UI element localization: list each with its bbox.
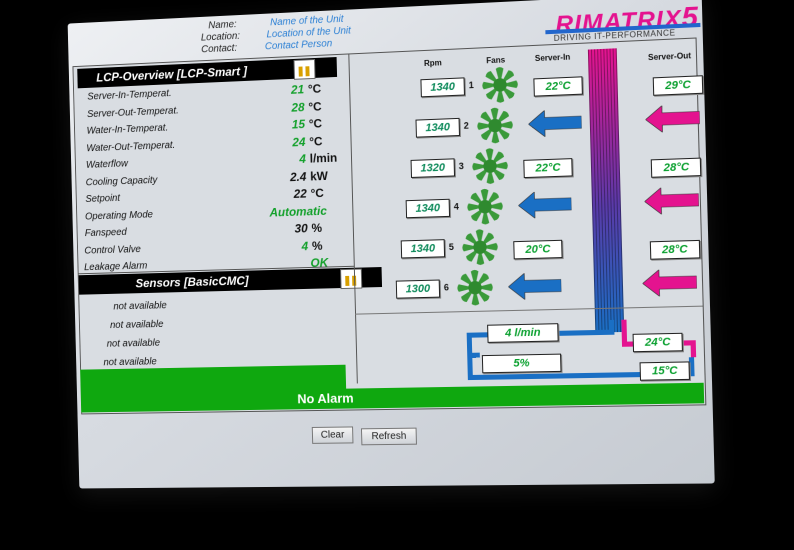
fans-column-header: Fans <box>486 55 505 65</box>
fan-index: 1 <box>469 80 474 90</box>
overview-row-label: Fanspeed <box>85 227 127 239</box>
overview-row-label: Setpoint <box>85 193 120 205</box>
fan-icon <box>470 146 509 186</box>
server-out-column-header: Server-Out <box>648 51 691 62</box>
overview-row-label: Control Valve <box>84 244 141 256</box>
overview-row-label: Water-Out-Temperat. <box>86 140 175 154</box>
overview-row-value: Automatic <box>269 203 327 219</box>
sensor-item: not available <box>103 356 156 368</box>
overview-row-label: Operating Mode <box>85 209 153 222</box>
overview-row-value: 22 <box>294 187 307 201</box>
overview-row-value: 24 <box>292 134 305 148</box>
clear-button[interactable]: Clear <box>312 426 354 443</box>
overview-row-unit: °C <box>310 186 324 200</box>
fan-index: 5 <box>449 242 454 252</box>
fan-icon <box>465 187 504 227</box>
server-in-temp-box: 22°C <box>523 158 572 178</box>
cold-air-arrow-icon <box>518 191 572 224</box>
divider <box>355 306 703 315</box>
overview-row-unit: l/min <box>310 151 338 166</box>
overview-row-value: 30 <box>294 221 307 235</box>
server-in-column-header: Server-In <box>535 52 571 63</box>
overview-row-unit: °C <box>308 99 322 113</box>
overview-row-unit: °C <box>309 134 323 148</box>
fan-icon <box>475 106 514 146</box>
battery-icon <box>294 59 316 80</box>
overview-row-value: 4 <box>299 152 306 166</box>
fan-rpm-box: 1340 <box>401 239 445 258</box>
overview-row-unit: °C <box>309 116 323 130</box>
fan-rpm-box: 1340 <box>415 118 459 138</box>
waterflow-box: 4 l/min <box>487 323 559 343</box>
battery-icon <box>340 269 362 290</box>
overview-row-unit: kW <box>310 168 328 183</box>
server-out-temp-box: 29°C <box>653 75 704 96</box>
overview-row-unit: % <box>312 238 323 252</box>
overview-row-value: 28 <box>291 100 304 114</box>
server-in-temp-box: 22°C <box>533 76 583 96</box>
fan-index: 6 <box>444 282 449 292</box>
main-frame: LCP-Overview [LCP-Smart ] Server-In-Temp… <box>72 37 706 414</box>
fan-icon <box>480 65 519 105</box>
overview-row-unit: % <box>311 221 322 235</box>
overview-row-value: 4 <box>301 239 308 253</box>
alarm-status-text: No Alarm <box>297 391 354 407</box>
cold-air-arrow-icon <box>508 272 562 305</box>
cold-air-arrow-icon <box>528 109 582 143</box>
hot-air-arrow-icon <box>645 104 700 138</box>
overview-row-label: Cooling Capacity <box>86 175 158 188</box>
name-label: Name: <box>208 19 237 31</box>
overview-row-unit: °C <box>308 82 322 96</box>
location-label: Location: <box>201 31 240 44</box>
fan-icon <box>455 268 494 307</box>
server-out-temp-box: 28°C <box>650 240 701 260</box>
fan-rpm-box: 1300 <box>396 280 440 299</box>
fan-rpm-box: 1320 <box>411 158 455 178</box>
valve-box: 5% <box>482 354 562 374</box>
overview-row-label: Server-In-Temperat. <box>87 88 172 102</box>
contact-label: Contact: <box>201 43 237 56</box>
fan-rpm-box: 1340 <box>406 199 450 218</box>
fan-rpm-box: 1340 <box>420 77 465 97</box>
sensor-item: not available <box>113 300 167 312</box>
hot-air-arrow-icon <box>644 186 699 220</box>
sensor-item: not available <box>110 319 164 331</box>
sensor-item: not available <box>107 338 161 350</box>
lcp-panel: Name: Name of the Unit Location: Locatio… <box>68 0 715 488</box>
water-out-box: 24°C <box>633 333 683 352</box>
fan-index: 4 <box>454 201 459 211</box>
contact-value: Contact Person <box>265 38 333 52</box>
overview-row-value: 15 <box>292 117 305 131</box>
overview-row-value: 21 <box>291 82 304 96</box>
fan-index: 2 <box>464 121 469 131</box>
rpm-column-header: Rpm <box>424 58 442 68</box>
server-out-temp-box: 28°C <box>651 158 702 178</box>
overview-row-label: Water-In-Temperat. <box>87 123 169 137</box>
server-in-temp-box: 20°C <box>513 240 562 260</box>
refresh-button[interactable]: Refresh <box>361 428 417 446</box>
overview-row-label: Waterflow <box>86 158 128 170</box>
water-in-box: 15°C <box>640 361 690 380</box>
overview-row-value: 2.4 <box>290 169 307 183</box>
fan-index: 3 <box>459 161 464 171</box>
fan-icon <box>460 227 499 266</box>
screen: Name: Name of the Unit Location: Locatio… <box>0 0 794 550</box>
heat-exchanger <box>588 48 624 332</box>
hot-air-arrow-icon <box>642 269 697 302</box>
